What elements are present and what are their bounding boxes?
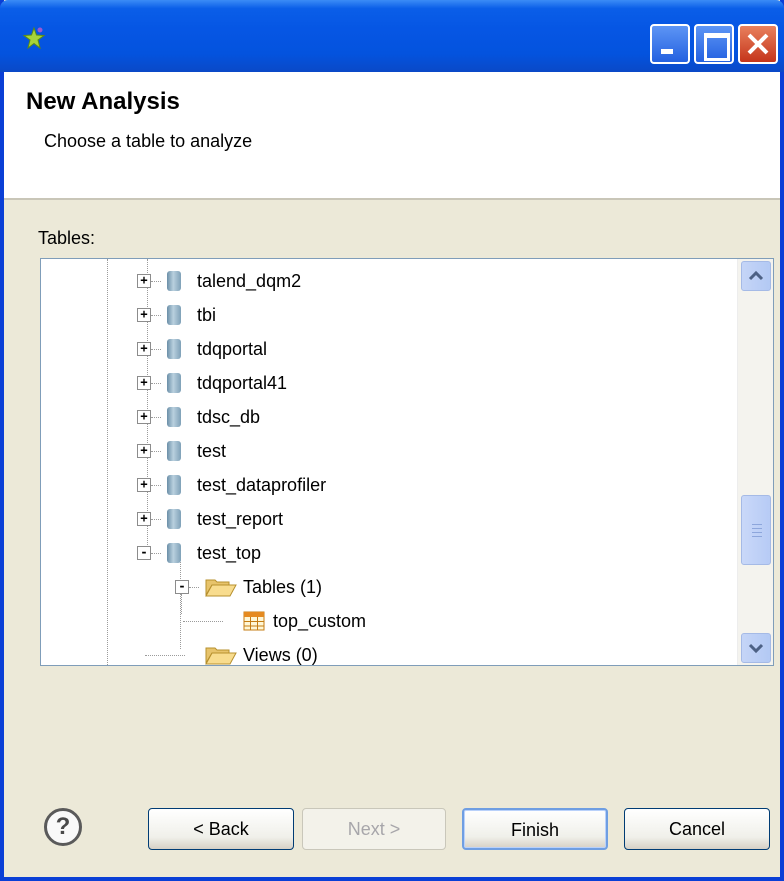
database-icon xyxy=(167,543,181,563)
expand-icon[interactable]: + xyxy=(137,308,151,322)
tables-label: Tables: xyxy=(38,228,96,248)
tree-item-label: tdqportal xyxy=(197,339,268,359)
page-subtitle: Choose a table to analyze xyxy=(44,131,253,151)
new-analysis-dialog: New Analysis Choose a table to analyze T… xyxy=(0,0,784,881)
collapse-icon[interactable]: - xyxy=(175,580,189,594)
expand-icon[interactable]: + xyxy=(137,512,151,526)
cancel-button[interactable]: Cancel xyxy=(624,808,770,850)
tree-item-label: Views (0) xyxy=(243,645,318,665)
tree-connector xyxy=(151,349,161,350)
finish-button[interactable]: Finish xyxy=(462,808,608,850)
tree-item-label: test_top xyxy=(197,543,262,563)
tree-connector xyxy=(151,315,161,316)
tree-item[interactable]: + talend_dqm2 xyxy=(41,267,731,295)
vertical-scrollbar[interactable] xyxy=(737,259,773,665)
tree-item-label: top_custom xyxy=(273,611,367,631)
tree-item[interactable]: + test_report xyxy=(41,505,731,533)
database-icon xyxy=(167,305,181,325)
chevron-down-icon xyxy=(748,643,764,654)
tree-connector xyxy=(189,587,199,588)
expand-icon[interactable]: + xyxy=(137,410,151,424)
expand-icon[interactable]: + xyxy=(137,376,151,390)
grip-line xyxy=(752,532,762,533)
expand-icon[interactable]: + xyxy=(137,478,151,492)
database-icon xyxy=(167,339,181,359)
tree-item[interactable]: + test_dataprofiler xyxy=(41,471,731,499)
tree-item-label: Tables (1) xyxy=(243,577,323,597)
tree-content: + talend_dqm2 + tbi + tdqportal + tdqportal41 + t… xyxy=(41,259,731,665)
page-title: New Analysis xyxy=(26,88,180,115)
tree-item[interactable]: + test xyxy=(41,437,731,465)
help-icon[interactable]: ? xyxy=(44,808,82,846)
grip-line xyxy=(752,536,762,537)
folder-open-icon xyxy=(205,579,237,597)
tree-item[interactable]: + tdqportal41 xyxy=(41,369,731,397)
tree-item[interactable]: top_custom xyxy=(41,607,731,635)
next-button[interactable]: Next > xyxy=(302,808,446,850)
scroll-up-button[interactable] xyxy=(741,261,771,291)
folder-open-icon xyxy=(205,647,237,665)
tree-connector xyxy=(151,519,161,520)
tree-item-label: tdsc_db xyxy=(197,407,261,427)
database-icon xyxy=(167,373,181,393)
grip-line xyxy=(752,528,762,529)
tree-item[interactable]: - test_top xyxy=(41,539,731,567)
talend-star-icon xyxy=(22,26,46,50)
tree-item[interactable]: - Tables (1) xyxy=(41,573,731,601)
tree-connector xyxy=(151,451,161,452)
expand-icon[interactable]: + xyxy=(137,274,151,288)
tree-connector xyxy=(151,281,161,282)
expand-icon[interactable]: + xyxy=(137,444,151,458)
tree-connector xyxy=(183,621,223,622)
tree-item-label: test xyxy=(197,441,227,461)
database-icon xyxy=(167,271,181,291)
scroll-down-button[interactable] xyxy=(741,633,771,663)
tree-item[interactable]: + tdsc_db xyxy=(41,403,731,431)
maximize-button[interactable] xyxy=(694,24,734,64)
tree-connector xyxy=(151,383,161,384)
minimize-button[interactable] xyxy=(650,24,690,64)
tree-item-label: talend_dqm2 xyxy=(197,271,302,291)
database-icon xyxy=(167,509,181,529)
tree-item[interactable]: + tbi xyxy=(41,301,731,329)
tree-connector xyxy=(145,655,185,656)
tree-item-label: tdqportal41 xyxy=(197,373,288,393)
tree-item[interactable]: + tdqportal xyxy=(41,335,731,363)
database-icon xyxy=(167,407,181,427)
back-button[interactable]: < Back xyxy=(148,808,294,850)
tree-item-label: test_dataprofiler xyxy=(197,475,327,495)
tree-item-label: test_report xyxy=(197,509,284,529)
database-icon xyxy=(167,475,181,495)
tables-tree[interactable]: + talend_dqm2 + tbi + tdqportal + tdqportal41 + t… xyxy=(40,258,774,666)
chevron-up-icon xyxy=(748,270,764,281)
tree-connector xyxy=(151,553,161,554)
table-icon xyxy=(243,611,265,631)
collapse-icon[interactable]: - xyxy=(137,546,151,560)
scroll-thumb[interactable] xyxy=(741,495,771,565)
wizard-header: New Analysis Choose a table to analyze xyxy=(4,72,780,200)
tree-connector xyxy=(151,417,161,418)
close-button[interactable] xyxy=(738,24,778,64)
title-bar xyxy=(0,0,784,72)
tree-connector xyxy=(151,485,161,486)
close-icon xyxy=(747,33,769,55)
database-icon xyxy=(167,441,181,461)
tree-item-label: tbi xyxy=(197,305,217,325)
tree-item[interactable]: Views (0) xyxy=(41,641,731,665)
grip-line xyxy=(752,524,762,525)
expand-icon[interactable]: + xyxy=(137,342,151,356)
